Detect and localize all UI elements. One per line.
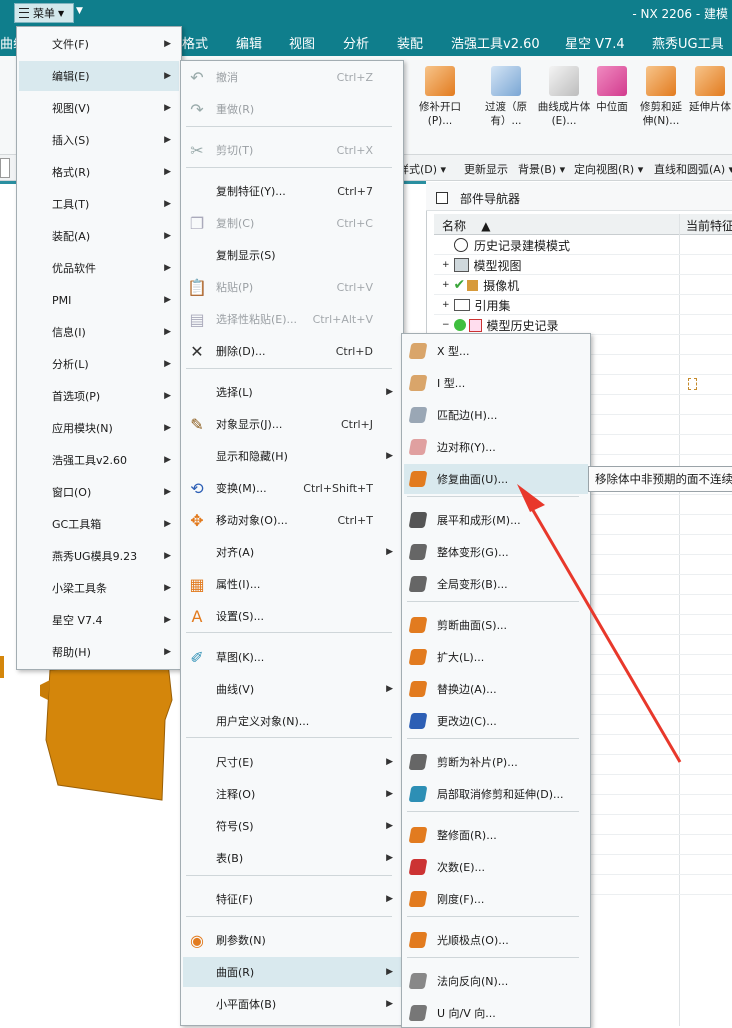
annotation-arrow (517, 484, 682, 763)
